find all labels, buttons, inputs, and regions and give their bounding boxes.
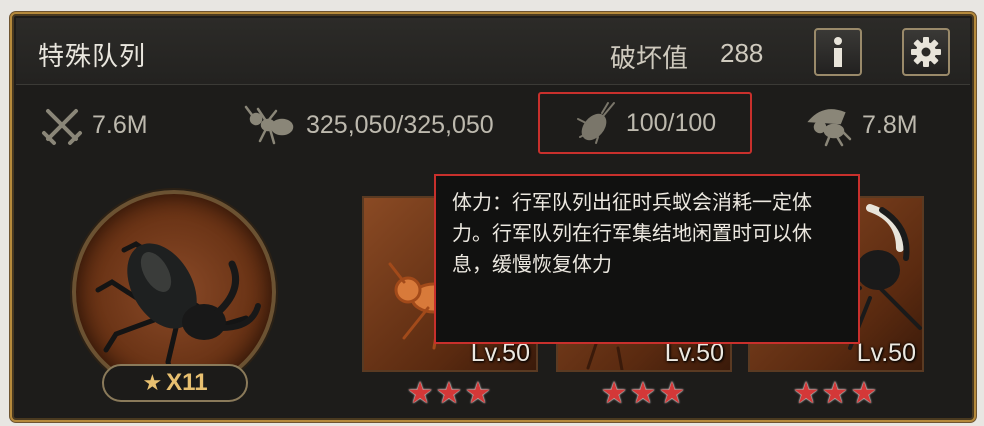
- star-icon: ★: [142, 370, 163, 395]
- panel-title: 特殊队列: [38, 41, 147, 71]
- beetle-icon: [95, 241, 261, 383]
- ant-icon: [244, 105, 294, 145]
- stats-row: 7.6M 325,050/325,050 100/100 7.8M: [12, 92, 974, 158]
- special-queue-panel: 特殊队列 破坏值 288 7.6M 325,050/325,050 100/10…: [10, 12, 976, 422]
- panel-header: 特殊队列 破坏值 288: [16, 18, 970, 85]
- gear-icon: [911, 37, 941, 67]
- cockroach-icon: [576, 102, 615, 144]
- unit-level: Lv.50: [856, 339, 916, 367]
- power-value: 7.6M: [92, 110, 148, 139]
- stamina-value: 100/100: [625, 108, 717, 137]
- unit-stars: ★★★: [406, 377, 494, 410]
- troops-value: 325,050/325,050: [306, 110, 494, 139]
- stamina-stat[interactable]: 100/100: [538, 92, 752, 154]
- troops-stat: 325,050/325,050: [242, 92, 494, 158]
- info-icon: [834, 37, 842, 67]
- crossed-swords-icon: [42, 109, 82, 145]
- load-value: 7.8M: [862, 110, 918, 139]
- load-stat: 7.8M: [804, 92, 918, 158]
- power-stat: 7.6M: [40, 92, 148, 158]
- unit-stars: ★★★: [792, 377, 880, 410]
- destroy-value-label: 破坏值: [610, 43, 689, 73]
- settings-button[interactable]: [902, 28, 950, 76]
- stamina-tooltip: 体力：行军队列出征时兵蚁会消耗一定体力。行军队列在行军集结地闲置时可以休息，缓慢…: [434, 174, 860, 344]
- carrying-ant-icon: [807, 109, 852, 147]
- destroy-value: 288: [720, 38, 764, 68]
- hero-star-badge: ★ X11: [102, 364, 248, 402]
- unit-stars: ★★★: [600, 377, 688, 410]
- hero-star-count: X11: [166, 369, 208, 396]
- info-button[interactable]: [814, 28, 862, 76]
